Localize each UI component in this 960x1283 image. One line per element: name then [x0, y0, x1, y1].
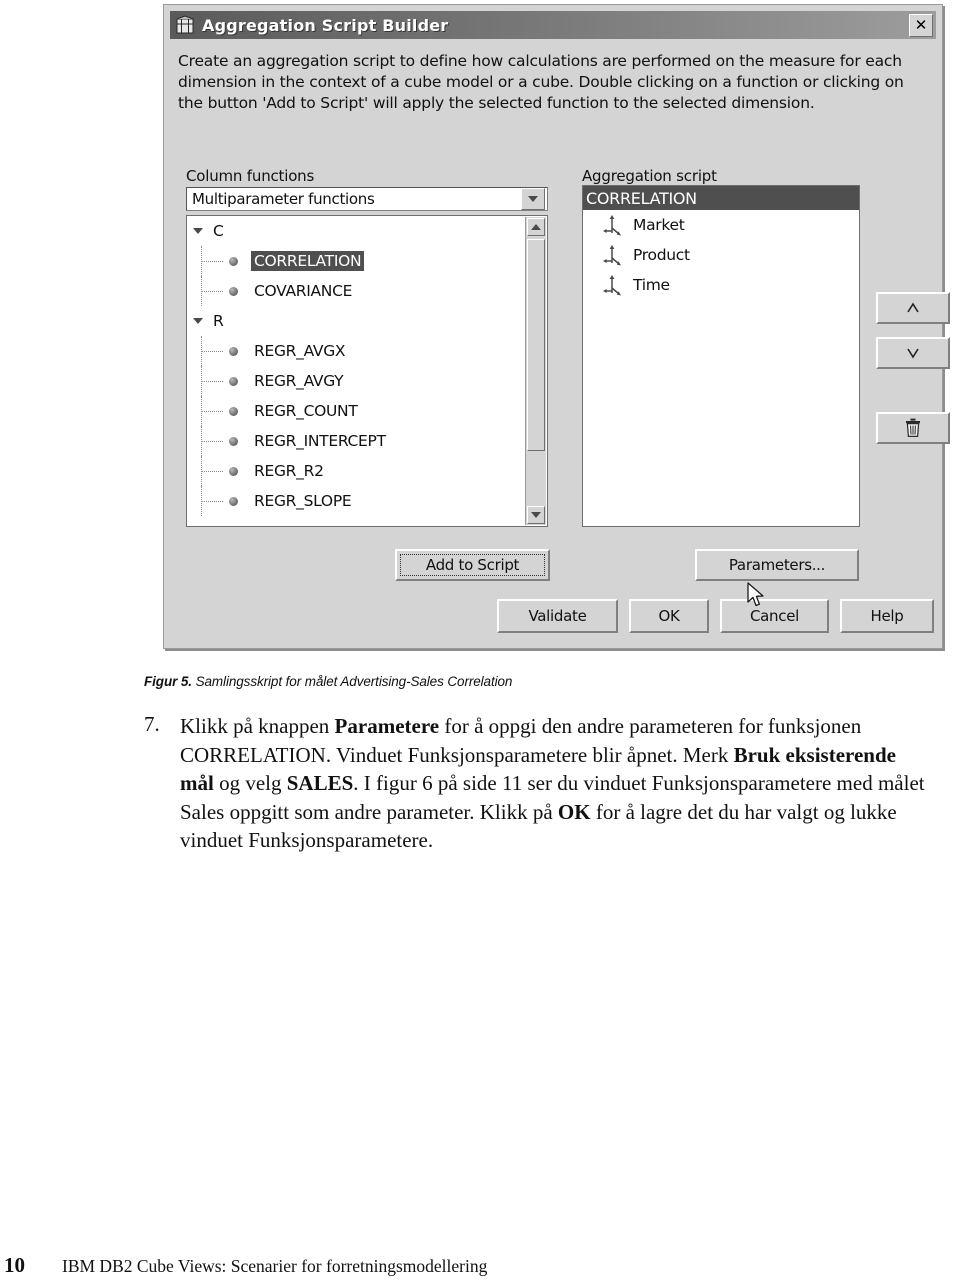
tree-function-label: CORRELATION: [251, 251, 365, 271]
figure-caption-label: Figur 5.: [144, 674, 192, 689]
step-text-emphasis: Parametere: [334, 714, 440, 738]
tree-connector: [193, 336, 235, 366]
dimension-axes-icon: [603, 274, 623, 296]
tree-group-label: R: [213, 312, 224, 330]
figure-caption: Figur 5. Samlingsskript for målet Advert…: [144, 674, 844, 689]
dimension-row[interactable]: Product: [583, 240, 859, 270]
help-label: Help: [870, 607, 904, 625]
mouse-cursor-icon: [747, 582, 764, 607]
close-icon[interactable]: ✕: [909, 14, 933, 37]
tree-function-label: COVARIANCE: [254, 282, 353, 300]
ok-label: OK: [658, 607, 680, 625]
tree-function-row[interactable]: REGR_SLOPE: [187, 486, 547, 516]
aggregation-script-builder-dialog: Aggregation Script Builder ✕ Create an a…: [163, 4, 950, 649]
close-glyph: ✕: [914, 16, 928, 34]
tree-function-row[interactable]: REGR_INTERCEPT: [187, 426, 547, 456]
tree-group-label: C: [213, 222, 224, 240]
column-functions-tree[interactable]: C CORRELATION COVARIANCE R REGR_AVGX REGR_AVG…: [186, 215, 548, 527]
function-type-combo[interactable]: Multiparameter functions: [186, 187, 548, 211]
add-to-script-button[interactable]: Add to Script: [395, 549, 550, 581]
step-text-emphasis: SALES: [286, 771, 354, 795]
tree-function-label: REGR_COUNT: [254, 402, 358, 420]
scroll-down-glyph: [531, 512, 541, 518]
validate-button[interactable]: Validate: [497, 599, 618, 633]
tree-expand-triangle-icon[interactable]: [193, 228, 203, 234]
cancel-button[interactable]: Cancel: [720, 599, 829, 633]
dimension-axes-icon: [603, 245, 621, 266]
column-functions-label: Column functions: [186, 167, 315, 185]
delete-button[interactable]: [876, 412, 950, 444]
caret-up-icon: [907, 302, 919, 313]
tree-function-row[interactable]: REGR_R2: [187, 456, 547, 486]
scroll-up-icon[interactable]: [527, 218, 545, 236]
scrollbar-thumb[interactable]: [527, 239, 545, 451]
function-type-combo-value: Multiparameter functions: [192, 190, 375, 208]
tree-connector: [193, 246, 235, 276]
dialog-title: Aggregation Script Builder: [202, 15, 449, 35]
script-root-item[interactable]: CORRELATION: [583, 186, 859, 210]
tree-rows-container: C CORRELATION COVARIANCE R REGR_AVGX REGR_AVG…: [187, 216, 547, 516]
tree-connector: [193, 366, 235, 396]
move-down-button[interactable]: [876, 337, 950, 369]
dimension-label: Time: [633, 276, 670, 294]
footer-page-number: 10: [4, 1253, 25, 1277]
tree-connector: [193, 276, 235, 306]
tree-function-row[interactable]: CORRELATION: [187, 246, 547, 276]
dimension-axes-icon: [603, 214, 623, 236]
tree-connector: [193, 486, 235, 516]
tree-function-label: REGR_R2: [254, 462, 324, 480]
caret-down-icon: [907, 348, 919, 359]
tree-function-row[interactable]: REGR_COUNT: [187, 396, 547, 426]
trash-icon: [906, 418, 920, 437]
procedure-step: 7. Klikk på knappen Parametere for å opp…: [144, 712, 934, 855]
tree-expand-triangle-icon[interactable]: [193, 318, 203, 324]
tree-group-row[interactable]: R: [187, 306, 547, 336]
scroll-up-glyph: [531, 224, 541, 230]
dimension-label: Product: [633, 246, 690, 264]
chevron-down-glyph: [528, 196, 538, 202]
tree-function-row[interactable]: COVARIANCE: [187, 276, 547, 306]
step-text-emphasis: OK: [557, 799, 591, 824]
validate-label: Validate: [528, 607, 587, 625]
ok-button[interactable]: OK: [629, 599, 709, 633]
tree-function-label: REGR_SLOPE: [254, 492, 352, 510]
tree-function-row[interactable]: REGR_AVGY: [187, 366, 547, 396]
aggregation-script-list[interactable]: CORRELATION Market Product Time: [582, 185, 860, 527]
tree-connector: [193, 456, 235, 486]
cube-icon: [176, 15, 194, 34]
dimension-rows-container: Market Product Time: [583, 210, 859, 300]
dimension-row[interactable]: Time: [583, 270, 859, 300]
dimension-axes-icon: [603, 275, 621, 296]
tree-connector: [193, 396, 235, 426]
dialog-titlebar: Aggregation Script Builder ✕: [170, 11, 936, 39]
footer-title: IBM DB2 Cube Views: Scenarier for forret…: [62, 1256, 488, 1276]
tree-function-label: REGR_AVGY: [254, 372, 344, 390]
step-number: 7.: [144, 712, 160, 736]
tree-function-row[interactable]: REGR_AVGX: [187, 336, 547, 366]
parameters-button[interactable]: Parameters...: [695, 549, 859, 581]
tree-function-label: REGR_AVGX: [254, 342, 346, 360]
aggregation-script-label: Aggregation script: [582, 167, 717, 185]
dimension-row[interactable]: Market: [583, 210, 859, 240]
page-footer: 10 IBM DB2 Cube Views: Scenarier for for…: [4, 1253, 764, 1278]
tree-group-row[interactable]: C: [187, 216, 547, 246]
step-text-run: og velg: [213, 771, 287, 795]
figure-caption-text: Samlingsskript for målet Advertising-Sal…: [191, 674, 513, 689]
dimension-axes-icon: [603, 215, 621, 236]
parameters-label: Parameters...: [728, 556, 826, 574]
step-text-run: Klikk på knappen: [180, 714, 335, 738]
move-up-button[interactable]: [876, 292, 950, 324]
focus-ring: [400, 554, 545, 576]
chevron-down-icon[interactable]: [521, 188, 545, 210]
dimension-label: Market: [633, 216, 685, 234]
help-button[interactable]: Help: [840, 599, 934, 633]
dialog-description: Create an aggregation script to define h…: [178, 52, 904, 112]
dimension-axes-icon: [603, 244, 623, 266]
tree-function-label: REGR_INTERCEPT: [254, 432, 386, 450]
tree-scrollbar[interactable]: [525, 217, 546, 525]
step-text: Klikk på knappen Parametere for å oppgi …: [180, 712, 934, 855]
scroll-down-icon[interactable]: [527, 506, 545, 524]
tree-connector: [193, 426, 235, 456]
